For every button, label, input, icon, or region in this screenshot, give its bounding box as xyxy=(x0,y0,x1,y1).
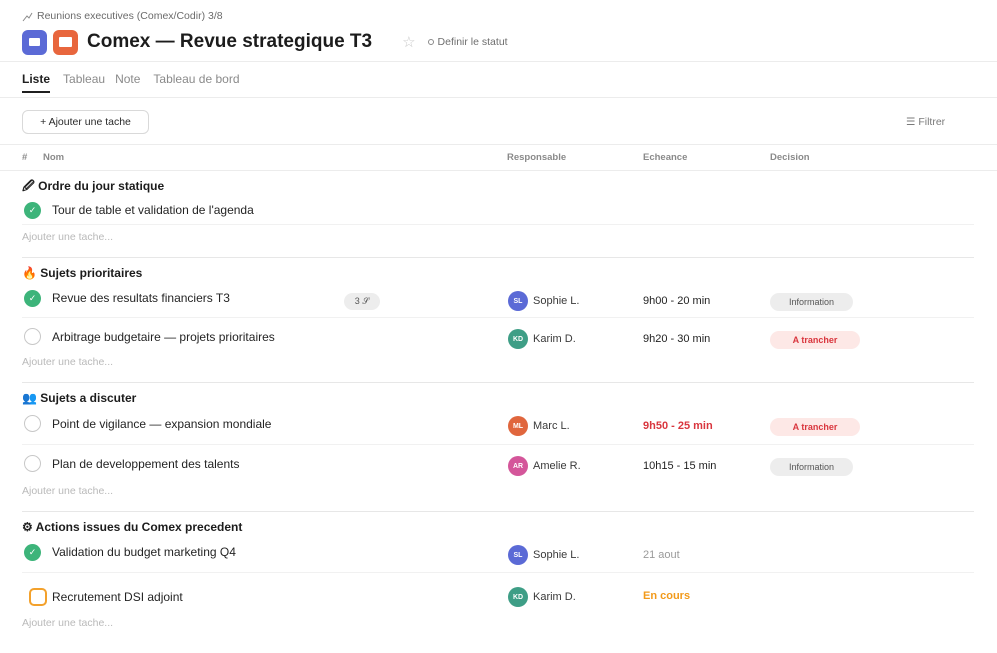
divider xyxy=(22,382,974,383)
task-name[interactable]: Validation du budget marketing Q4 xyxy=(52,545,236,559)
subtask-count-badge[interactable]: 3 𝒮 xyxy=(344,293,380,310)
assignee[interactable]: SL Sophie L. xyxy=(508,545,579,565)
task-name[interactable]: Revue des resultats financiers T3 xyxy=(52,291,230,305)
board-icon[interactable] xyxy=(53,29,78,55)
section-header[interactable]: 👥 Sujets a discuter xyxy=(22,391,136,405)
divider xyxy=(22,511,974,512)
section-header[interactable]: ⚙ Actions issues du Comex precedent xyxy=(22,520,242,534)
breadcrumb-text[interactable]: Reunions executives (Comex/Codir) 3/8 xyxy=(37,10,223,22)
add-task-inline[interactable]: Ajouter une tache... xyxy=(22,485,113,497)
assignee-name: Marc L. xyxy=(533,420,570,432)
decision-badge[interactable]: A trancher xyxy=(770,418,860,436)
assignee-name: Karim D. xyxy=(533,333,576,345)
add-task-button[interactable]: + Ajouter une tache xyxy=(22,110,149,134)
task-name[interactable]: Tour de table et validation de l'agenda xyxy=(52,203,254,217)
in-progress-status-icon[interactable] xyxy=(29,588,47,606)
avatar: SL xyxy=(508,291,528,311)
section-title: Actions issues du Comex precedent xyxy=(35,520,243,534)
section-header[interactable]: 🔥 Sujets prioritaires xyxy=(22,266,142,280)
tab-tableau-de-bord[interactable]: Tableau de bord xyxy=(153,72,239,93)
task-name[interactable]: Arbitrage budgetaire — projets prioritai… xyxy=(52,330,275,344)
set-status-label: Definir le statut xyxy=(437,36,508,48)
add-task-inline[interactable]: Ajouter une tache... xyxy=(22,231,113,243)
column-header-decision[interactable]: Decision xyxy=(770,152,810,163)
divider xyxy=(22,257,974,258)
assignee[interactable]: SL Sophie L. xyxy=(508,291,579,311)
due-date[interactable]: 9h20 - 30 min xyxy=(643,333,710,345)
due-date[interactable]: 9h50 - 25 min xyxy=(643,420,713,432)
view-tabs: Liste Tableau Note Tableau de bord xyxy=(22,72,253,93)
section-title: Sujets prioritaires xyxy=(40,266,143,280)
due-date[interactable]: 9h00 - 20 min xyxy=(643,295,710,307)
tab-note[interactable]: Note xyxy=(115,72,140,93)
column-header-owner[interactable]: Responsable xyxy=(507,152,566,163)
due-date[interactable]: 21 aout xyxy=(643,549,680,561)
avatar: ML xyxy=(508,416,528,436)
set-status-button[interactable]: Definir le statut xyxy=(427,36,508,48)
task-name[interactable]: Plan de developpement des talents xyxy=(52,457,239,471)
assignee-name: Sophie L. xyxy=(533,549,580,561)
tab-liste[interactable]: Liste xyxy=(22,72,51,93)
title-row: Comex — Revue strategique T3 ☆ Definir l… xyxy=(22,28,508,56)
incomplete-check-icon[interactable] xyxy=(24,415,41,432)
divider xyxy=(0,61,997,62)
page-title: Comex — Revue strategique T3 xyxy=(87,31,373,52)
decision-badge[interactable]: Information xyxy=(770,458,853,476)
assignee[interactable]: KD Karim D. xyxy=(508,587,576,607)
assignee[interactable]: AR Amelie R. xyxy=(508,456,581,476)
fire-icon: 🔥 xyxy=(22,266,37,280)
divider xyxy=(0,97,997,98)
column-header-due[interactable]: Echeance xyxy=(643,152,687,163)
divider xyxy=(22,444,974,445)
divider xyxy=(0,144,997,145)
breadcrumb[interactable]: Reunions executives (Comex/Codir) 3/8 xyxy=(22,10,223,22)
section-title: Ordre du jour statique xyxy=(38,179,165,193)
incomplete-check-icon[interactable] xyxy=(24,455,41,472)
filter-button[interactable]: ☰ Filtrer xyxy=(906,116,945,128)
task-name[interactable]: Point de vigilance — expansion mondiale xyxy=(52,417,271,431)
completed-check-icon[interactable]: ✓ xyxy=(24,202,41,219)
incomplete-check-icon[interactable] xyxy=(24,328,41,345)
divider xyxy=(22,317,974,318)
divider xyxy=(22,572,974,573)
section-header[interactable]: 🖉 Ordre du jour statique xyxy=(22,177,164,198)
avatar: KD xyxy=(508,587,528,607)
assignee[interactable]: KD Karim D. xyxy=(508,329,576,349)
avatar: SL xyxy=(508,545,528,565)
add-task-inline[interactable]: Ajouter une tache... xyxy=(22,356,113,368)
section-title: Sujets a discuter xyxy=(40,391,137,405)
chart-line-icon xyxy=(22,12,33,21)
divider xyxy=(0,170,997,171)
project-icon[interactable] xyxy=(22,29,47,55)
gear-icon: ⚙ xyxy=(22,520,33,534)
decision-badge[interactable]: A trancher xyxy=(770,331,860,349)
avatar: AR xyxy=(508,456,528,476)
assignee-name: Sophie L. xyxy=(533,295,580,307)
decision-badge[interactable]: Information xyxy=(770,293,853,311)
completed-check-icon[interactable]: ✓ xyxy=(24,544,41,561)
assignee-name: Karim D. xyxy=(533,591,576,603)
divider xyxy=(22,224,974,225)
avatar: KD xyxy=(508,329,528,349)
assignee-name: Amelie R. xyxy=(533,460,581,472)
add-task-inline[interactable]: Ajouter une tache... xyxy=(22,617,113,629)
people-icon: 👥 xyxy=(22,391,37,405)
star-icon[interactable]: ☆ xyxy=(402,33,415,51)
completed-check-icon[interactable]: ✓ xyxy=(24,290,41,307)
column-header-name[interactable]: Nom xyxy=(43,152,64,163)
status-circle-icon xyxy=(427,39,434,45)
assignee[interactable]: ML Marc L. xyxy=(508,416,570,436)
task-name[interactable]: Recrutement DSI adjoint xyxy=(52,590,183,604)
due-date[interactable]: En cours xyxy=(643,590,690,602)
column-header-num: # xyxy=(22,152,28,163)
due-date[interactable]: 10h15 - 15 min xyxy=(643,460,716,472)
pencil-icon: 🖉 xyxy=(22,179,35,193)
tab-tableau[interactable]: Tableau xyxy=(63,72,105,93)
